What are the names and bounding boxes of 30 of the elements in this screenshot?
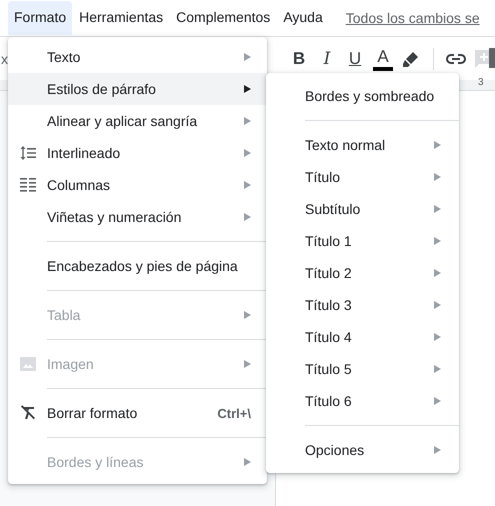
menu-item[interactable]: Título 5 bbox=[266, 353, 459, 385]
italic-button[interactable]: I bbox=[313, 44, 341, 72]
menu-item[interactable]: Estilos de párrafo bbox=[8, 73, 267, 105]
menu-item[interactable]: Alinear y aplicar sangría bbox=[8, 105, 267, 137]
toolbar-text: x bbox=[1, 50, 8, 66]
menu-item[interactable]: Título 1 bbox=[266, 225, 459, 257]
menu-item[interactable]: Encabezados y pies de página bbox=[8, 250, 267, 282]
underline-button[interactable]: U bbox=[341, 44, 369, 72]
menu-item[interactable]: Título 4 bbox=[266, 321, 459, 353]
save-status-link[interactable]: Todos los cambios se bbox=[346, 10, 480, 26]
menu-item[interactable]: Viñetas y numeración bbox=[8, 201, 267, 233]
menu-item[interactable]: Columnas bbox=[8, 169, 267, 201]
ruler-number: 3 bbox=[478, 77, 484, 88]
menu-item[interactable]: Título 2 bbox=[266, 257, 459, 289]
menu-item[interactable]: Borrar formato Ctrl+\ bbox=[8, 397, 267, 429]
menu-item[interactable]: Opciones bbox=[266, 434, 459, 466]
menu-bar-item[interactable]: Complementos bbox=[170, 1, 276, 35]
menu-item[interactable]: Título 3 bbox=[266, 289, 459, 321]
menu-item[interactable]: Subtítulo bbox=[266, 193, 459, 225]
menu-item[interactable]: Título 6 bbox=[266, 385, 459, 417]
menu-bar-item[interactable]: Formato bbox=[8, 1, 72, 35]
menu-item[interactable]: Bordes y sombreado bbox=[266, 80, 459, 112]
menu-item[interactable]: Texto normal bbox=[266, 129, 459, 161]
menu-bar-item[interactable]: Herramientas bbox=[73, 1, 170, 35]
shortcut-label: Ctrl+\ bbox=[217, 406, 251, 420]
bold-button[interactable]: B bbox=[285, 44, 313, 72]
menu-item[interactable]: Texto bbox=[8, 41, 267, 73]
menu-bar-item[interactable]: Ayuda bbox=[277, 1, 329, 35]
menu-item[interactable]: Interlineado bbox=[8, 137, 267, 169]
menu-item[interactable]: Título bbox=[266, 161, 459, 193]
